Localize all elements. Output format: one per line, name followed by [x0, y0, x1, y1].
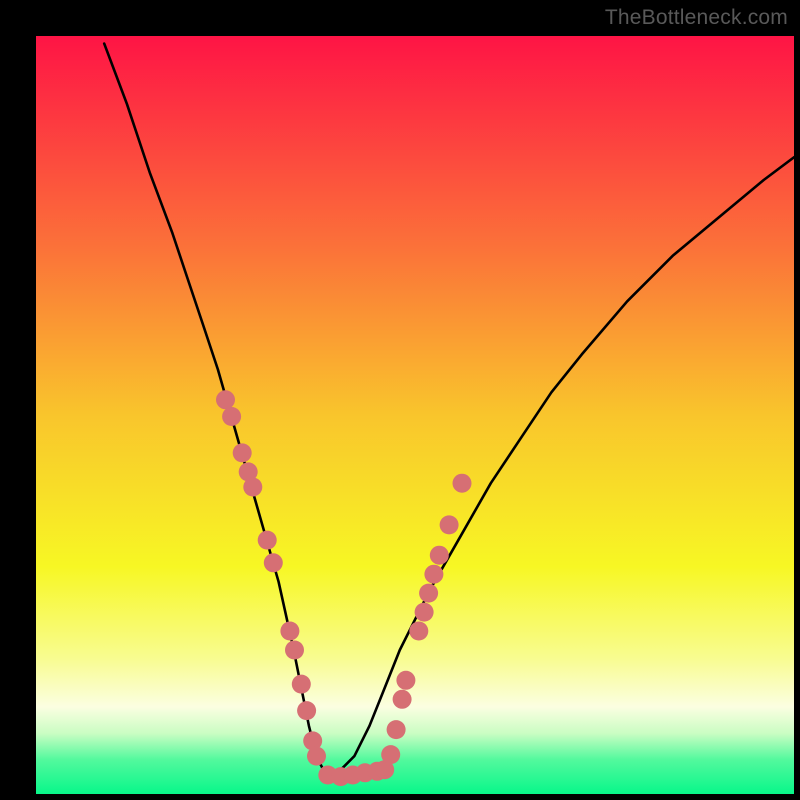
bottleneck-curve: [104, 44, 794, 779]
marker-dot: [387, 720, 406, 739]
marker-dot: [307, 747, 326, 766]
marker-dot: [419, 584, 438, 603]
chart-plot-area: [36, 36, 794, 794]
chart-overlay: [36, 36, 794, 794]
marker-dot: [216, 390, 235, 409]
marker-dot: [285, 641, 304, 660]
marker-dot: [258, 531, 277, 550]
marker-dot: [381, 745, 400, 764]
marker-dot: [453, 474, 472, 493]
marker-dot: [222, 407, 241, 426]
marker-dot: [243, 478, 262, 497]
marker-dot: [292, 675, 311, 694]
watermark-text: TheBottleneck.com: [605, 6, 788, 30]
marker-dot: [415, 603, 434, 622]
marker-dot: [440, 515, 459, 534]
marker-dot: [393, 690, 412, 709]
marker-dot: [430, 546, 449, 565]
marker-dots: [216, 390, 472, 786]
marker-dot: [233, 443, 252, 462]
marker-dot: [264, 553, 283, 572]
marker-dot: [297, 701, 316, 720]
marker-dot: [396, 671, 415, 690]
marker-dot: [409, 622, 428, 641]
marker-dot: [424, 565, 443, 584]
marker-dot: [280, 622, 299, 641]
